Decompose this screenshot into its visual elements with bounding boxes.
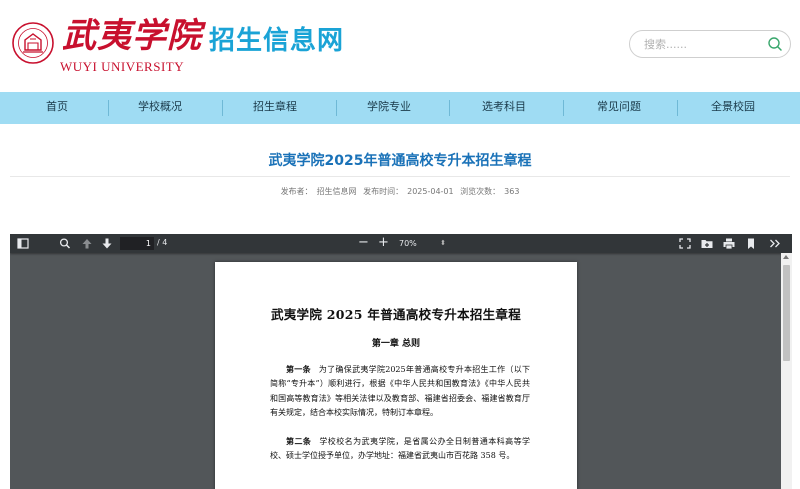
article-title: 武夷学院2025年普通高校专升本招生章程 xyxy=(268,153,532,169)
views-value: 363 xyxy=(504,187,520,196)
nav-item-colleges-majors[interactable]: 学院专业 xyxy=(352,92,426,124)
publisher-value: 招生信息网 xyxy=(316,187,357,196)
find-icon[interactable] xyxy=(58,237,72,250)
date-label: 发布时间： xyxy=(363,187,404,196)
prev-page-icon[interactable] xyxy=(80,237,94,250)
more-tools-icon[interactable] xyxy=(768,237,782,250)
page-total: / 4 xyxy=(157,238,168,247)
article-1-paragraph: 第一条 为了确保武夷学院2025年普通高校专升本招生工作（以下简称“专升本”）顺利… xyxy=(270,362,530,421)
zoom-out-button[interactable]: − xyxy=(358,235,369,251)
print-icon[interactable] xyxy=(722,237,736,250)
logo-english-name[interactable]: WUYI UNIVERSITY xyxy=(60,59,192,75)
next-page-icon[interactable] xyxy=(100,237,114,250)
nav-divider xyxy=(222,100,223,116)
search-icon[interactable] xyxy=(767,36,783,52)
site-header: 武夷学院 WUYI UNIVERSITY 招生信息网 xyxy=(0,0,800,92)
nav-divider xyxy=(449,100,450,116)
page-number-input[interactable] xyxy=(120,237,154,250)
document-title: 武夷学院 2025 年普通高校专升本招生章程 xyxy=(270,307,522,322)
chevron-updown-icon: ⬍ xyxy=(440,239,446,247)
nav-divider xyxy=(108,100,109,116)
date-value: 2025-04-01 xyxy=(407,187,454,196)
university-seal-icon[interactable] xyxy=(12,22,54,64)
nav-item-elective-subjects[interactable]: 选考科目 xyxy=(467,92,541,124)
main-nav: 首页 学校概况 招生章程 学院专业 选考科目 常见问题 全景校园 xyxy=(0,92,800,124)
views-label: 浏览次数： xyxy=(460,187,501,196)
open-file-icon[interactable] xyxy=(700,237,714,250)
search-input[interactable] xyxy=(644,35,762,53)
article-2-heading: 第二条 xyxy=(286,436,312,446)
nav-divider xyxy=(336,100,337,116)
nav-item-school-overview[interactable]: 学校概况 xyxy=(123,92,197,124)
nav-item-admission-rules[interactable]: 招生章程 xyxy=(238,92,312,124)
pdf-viewer: / 4 − + 70% ⬍ 武夷学院 2025 年普通高校专升本招生 xyxy=(10,234,792,489)
search-box xyxy=(629,30,791,58)
article-2-paragraph: 第二条 学校校名为武夷学院，是省属公办全日制普通本科高等学校、硕士学位授予单位，办… xyxy=(270,434,530,464)
article-1-heading: 第一条 xyxy=(286,364,311,374)
article-meta: 发布者： 招生信息网 发布时间： 2025-04-01 浏览次数： 363 xyxy=(0,186,800,197)
nav-item-campus-panorama[interactable]: 全景校园 xyxy=(696,92,770,124)
pdf-scrollbar[interactable] xyxy=(781,253,792,489)
logo-chinese-name[interactable]: 武夷学院 xyxy=(62,14,201,58)
sidebar-icon[interactable] xyxy=(16,237,30,250)
nav-item-home[interactable]: 首页 xyxy=(20,92,94,124)
scroll-thumb[interactable] xyxy=(783,265,790,361)
nav-item-faq[interactable]: 常见问题 xyxy=(582,92,656,124)
nav-divider xyxy=(677,100,678,116)
divider xyxy=(10,176,790,177)
scroll-up-icon[interactable] xyxy=(783,255,789,259)
pdf-page: 武夷学院 2025 年普通高校专升本招生章程 第一章 总则 第一条 为了确保武夷学… xyxy=(215,262,577,489)
site-name: 招生信息网 xyxy=(209,26,345,56)
zoom-value: 70% xyxy=(399,239,417,248)
presentation-icon[interactable] xyxy=(678,237,692,250)
pdf-toolbar: / 4 − + 70% ⬍ xyxy=(10,234,792,253)
zoom-in-button[interactable]: + xyxy=(378,235,389,251)
publisher-label: 发布者： xyxy=(280,187,313,196)
bookmark-icon[interactable] xyxy=(744,237,758,250)
zoom-select[interactable]: 70% ⬍ xyxy=(395,237,449,250)
nav-divider xyxy=(563,100,564,116)
chapter-heading: 第一章 总则 xyxy=(371,339,421,349)
